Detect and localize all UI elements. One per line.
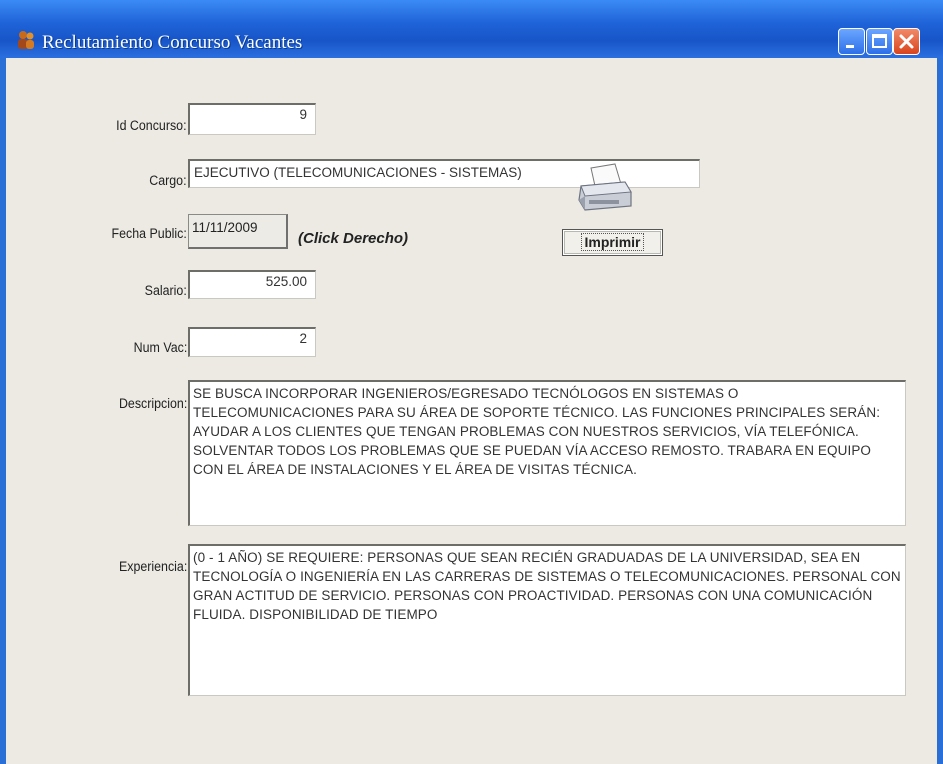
app-icon (18, 31, 34, 49)
window-title: Reclutamiento Concurso Vacantes (42, 32, 303, 53)
close-button[interactable] (893, 28, 920, 55)
salario-field[interactable]: 525.00 (188, 270, 316, 299)
printer-icon[interactable] (575, 162, 635, 218)
experiencia-textarea[interactable]: (0 - 1 AÑO) SE REQUIERE: PERSONAS QUE SE… (188, 544, 906, 696)
minimize-button[interactable] (838, 28, 865, 55)
descripcion-textarea[interactable]: SE BUSCA INCORPORAR INGENIEROS/EGRESADO … (188, 380, 906, 526)
form-panel: Id Concurso: 9 Cargo: EJECUTIVO (TELECOM… (6, 58, 937, 764)
maximize-icon (872, 34, 887, 48)
cargo-label: Cargo: (149, 173, 187, 188)
minimize-icon (846, 45, 854, 48)
fecha-public-field[interactable]: 11/11/2009 (188, 214, 288, 249)
print-button-label: Imprimir (581, 233, 644, 251)
id-concurso-field[interactable]: 9 (188, 103, 316, 135)
title-bar[interactable]: Reclutamiento Concurso Vacantes (0, 0, 943, 58)
fecha-public-label: Fecha Public: (111, 226, 187, 241)
print-button[interactable]: Imprimir (562, 229, 663, 256)
num-vac-field[interactable]: 2 (188, 327, 316, 357)
descripcion-label: Descripcion: (118, 396, 187, 411)
app-window: Reclutamiento Concurso Vacantes Id Concu… (0, 0, 943, 764)
descripcion-text: SE BUSCA INCORPORAR INGENIEROS/EGRESADO … (193, 386, 881, 477)
id-concurso-label: Id Concurso: (116, 118, 187, 133)
click-derecho-hint: (Click Derecho) (298, 230, 409, 247)
experiencia-label: Experiencia: (118, 559, 187, 574)
salario-label: Salario: (144, 283, 187, 298)
experiencia-text: (0 - 1 AÑO) SE REQUIERE: PERSONAS QUE SE… (193, 550, 901, 622)
num-vac-label: Num Vac: (133, 340, 187, 355)
maximize-button[interactable] (866, 28, 893, 55)
close-icon (899, 34, 914, 49)
